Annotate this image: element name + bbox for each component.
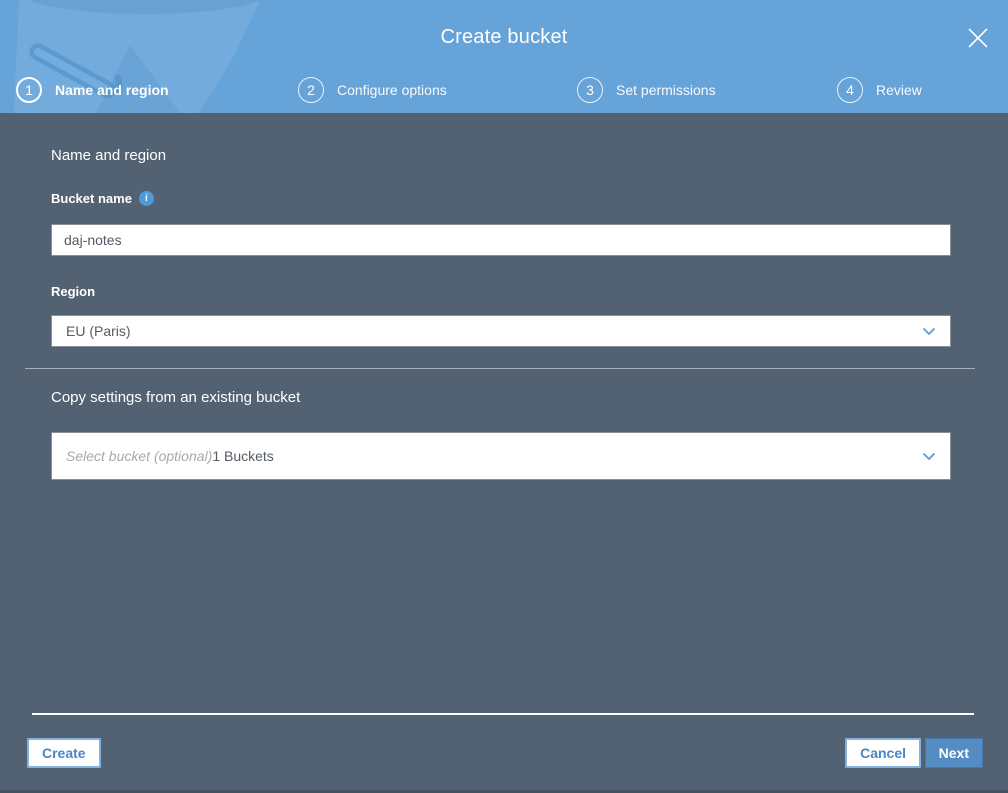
region-label: Region (51, 284, 95, 299)
section-divider (25, 368, 975, 369)
step-name-and-region[interactable]: 1 Name and region (16, 76, 169, 104)
copy-bucket-select[interactable]: Select bucket (optional) 1 Buckets (51, 432, 951, 480)
chevron-down-icon (922, 452, 936, 461)
step-label: Set permissions (616, 82, 716, 98)
step-label: Configure options (337, 82, 447, 98)
step-label: Review (876, 82, 922, 98)
step-label: Name and region (55, 82, 169, 98)
next-button[interactable]: Next (924, 738, 983, 768)
step-number-badge: 4 (837, 77, 863, 103)
modal-header: Create bucket 1 Name and region 2 Config… (0, 0, 1008, 113)
step-configure-options[interactable]: 2 Configure options (298, 76, 447, 104)
step-set-permissions[interactable]: 3 Set permissions (577, 76, 716, 104)
region-selected-value: EU (Paris) (66, 323, 131, 339)
region-select[interactable]: EU (Paris) (51, 315, 951, 347)
copy-settings-title: Copy settings from an existing bucket (51, 389, 301, 406)
step-number-badge: 3 (577, 77, 603, 103)
chevron-down-icon (922, 327, 936, 336)
region-label-text: Region (51, 284, 96, 299)
copy-bucket-placeholder: Select bucket (optional) (66, 448, 213, 464)
bucket-count-text: 1 Buckets (212, 448, 274, 464)
bucket-name-input[interactable] (51, 224, 951, 256)
info-icon[interactable]: i (138, 191, 154, 206)
bucket-name-label-text: Bucket name (51, 191, 132, 206)
create-bucket-modal: Create bucket 1 Name and region 2 Config… (0, 0, 1008, 793)
step-number-badge: 1 (16, 77, 42, 103)
modal-title: Create bucket (440, 26, 568, 48)
step-review[interactable]: 4 Review (837, 76, 922, 104)
step-number-badge: 2 (298, 77, 324, 103)
footer-divider (32, 713, 974, 715)
create-button[interactable]: Create (27, 738, 101, 768)
cancel-button[interactable]: Cancel (845, 738, 921, 768)
close-icon[interactable] (966, 26, 990, 50)
bucket-name-label: Bucket name i (51, 191, 154, 206)
section-title-name-and-region: Name and region (51, 147, 167, 164)
